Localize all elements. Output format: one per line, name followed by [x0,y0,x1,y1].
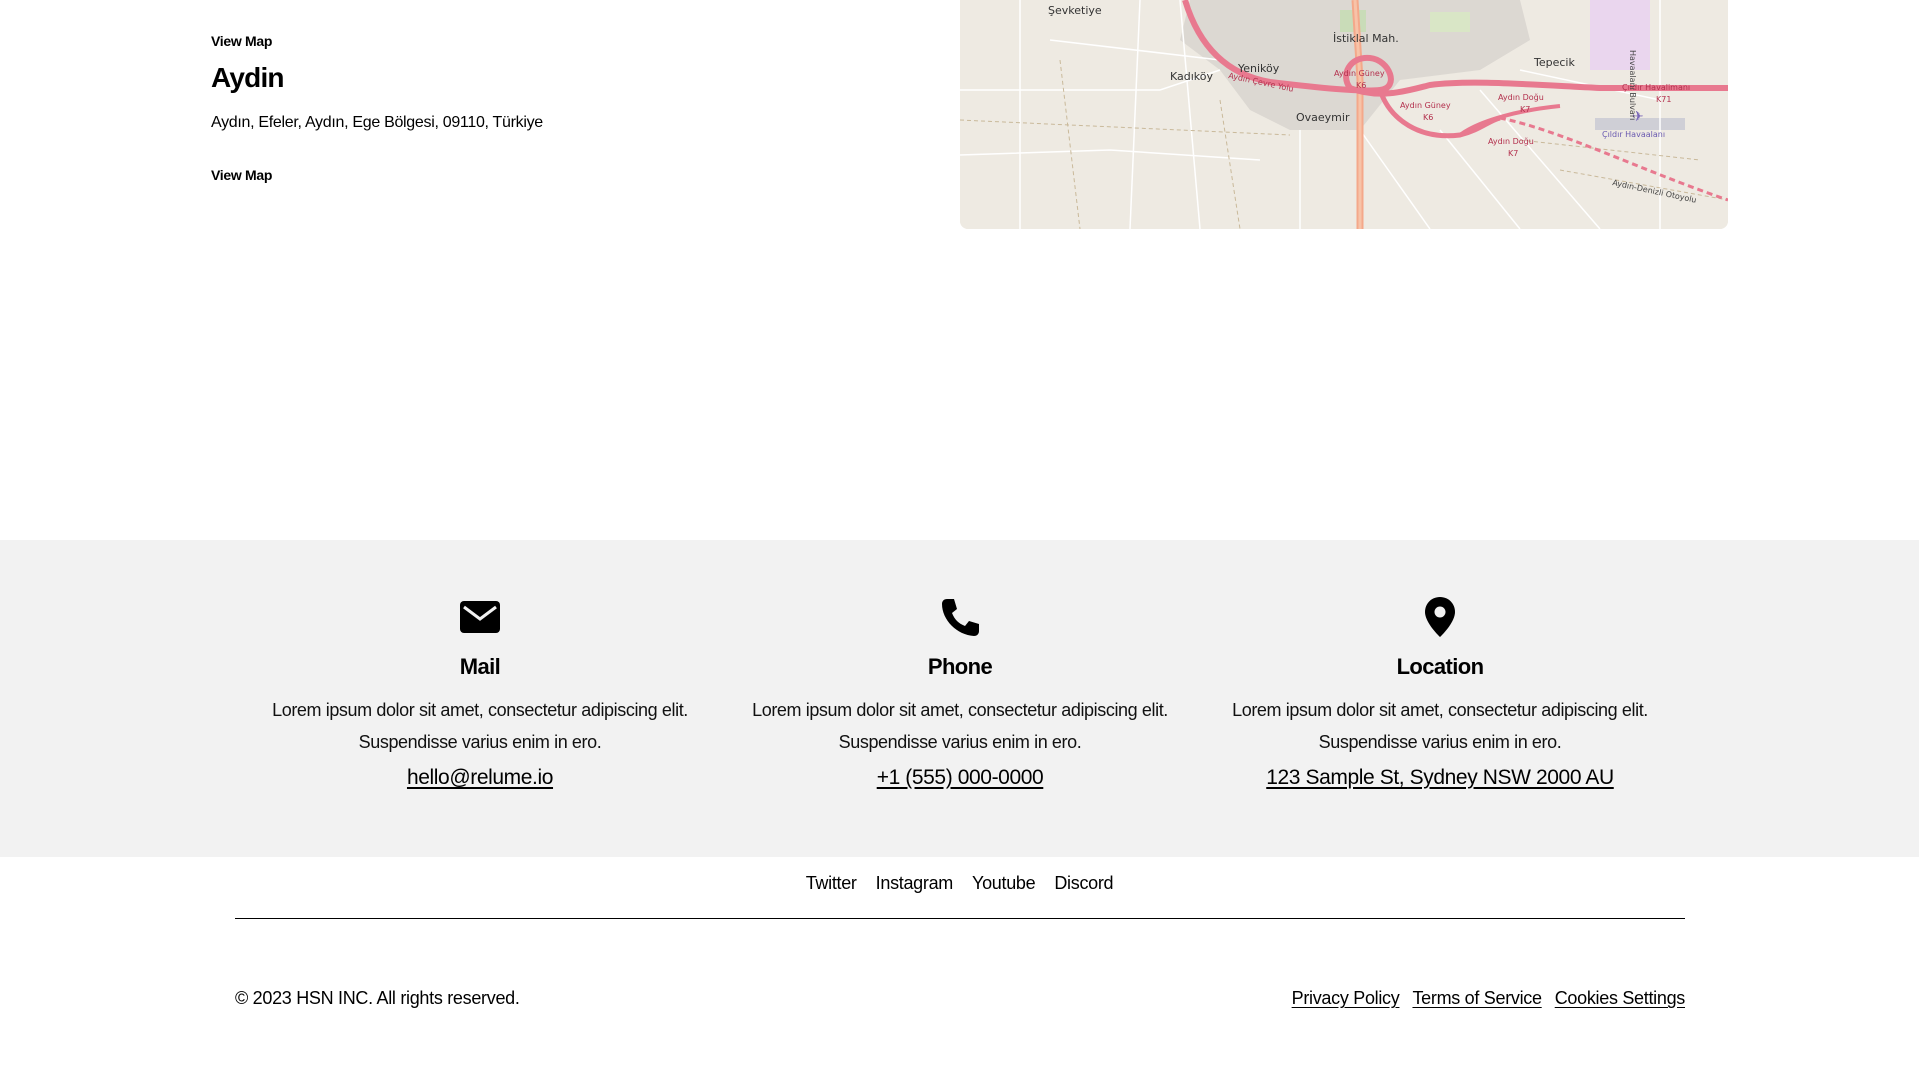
contact-title: Phone [927,654,993,679]
map-label: Tepecik [1533,56,1575,69]
social-link-instagram[interactable]: Instagram [876,873,954,893]
contact-section: Mail Lorem ipsum dolor sit amet, consect… [0,540,1919,857]
contact-title: Location [1396,654,1484,679]
location-title: Aydin [211,62,285,93]
location-address: Aydın, Efeler, Aydın, Ege Bölgesi, 09110… [211,114,543,131]
contact-description: Lorem ipsum dolor sit amet, consectetur … [752,700,1168,752]
map-label: K6 [1423,113,1433,122]
envelope-icon [460,601,500,633]
address-link[interactable]: 123 Sample St, Sydney NSW 2000 AU [1266,766,1614,790]
legal-links: Privacy Policy Terms of Service Cookies … [1284,988,1686,1009]
map-label: K7 [1520,105,1530,114]
map-canvas: ✈ Şevketiye İstiklal Mah. Tepecik Kadıkö… [960,0,1728,229]
map-label: Aydın Doğu [1488,137,1534,146]
contact-phone: Phone Lorem ipsum dolor sit amet, consec… [720,596,1200,790]
map-label: Aydın Güney [1334,69,1385,78]
map-label: K6 [1356,81,1366,90]
map-label: Aydın Doğu [1498,93,1544,102]
map-label: K7 [1508,149,1518,158]
map-label: Havaalanı Bulvarı [1628,50,1637,120]
map-label: Aydın Güney [1400,101,1451,110]
footer-divider [235,918,1685,919]
social-link-youtube[interactable]: Youtube [972,873,1036,893]
contact-title: Mail [459,654,501,679]
map-label: Şevketiye [1048,4,1102,17]
view-map-link[interactable]: View Map [211,33,272,49]
social-link-discord[interactable]: Discord [1054,873,1113,893]
map-embed[interactable]: ✈ Şevketiye İstiklal Mah. Tepecik Kadıkö… [960,0,1728,229]
map-label: K71 [1656,95,1671,104]
map-label: İstiklal Mah. [1333,32,1399,45]
privacy-policy-link[interactable]: Privacy Policy [1292,988,1400,1008]
contact-description: Lorem ipsum dolor sit amet, consectetur … [1232,700,1648,752]
phone-link[interactable]: +1 (555) 000-0000 [877,766,1044,790]
social-links: Twitter Instagram Youtube Discord [0,873,1919,894]
phone-icon [942,599,979,636]
map-label: Çıldır Havaalanı [1602,130,1665,139]
cookies-settings-link[interactable]: Cookies Settings [1555,988,1686,1008]
contact-location: Location Lorem ipsum dolor sit amet, con… [1200,596,1680,790]
view-map-link[interactable]: View Map [211,167,272,183]
contact-description: Lorem ipsum dolor sit amet, consectetur … [272,700,688,752]
contact-mail: Mail Lorem ipsum dolor sit amet, consect… [240,596,720,790]
map-label: Ovaeymir [1296,111,1350,124]
map-label: Kadıköy [1170,70,1214,83]
terms-of-service-link[interactable]: Terms of Service [1412,988,1542,1008]
social-link-twitter[interactable]: Twitter [806,873,857,893]
map-label: Yeniköy [1237,62,1280,75]
map-pin-icon [1425,597,1455,637]
email-link[interactable]: hello@relume.io [407,766,553,790]
copyright-text: © 2023 HSN INC. All rights reserved. [235,988,520,1008]
